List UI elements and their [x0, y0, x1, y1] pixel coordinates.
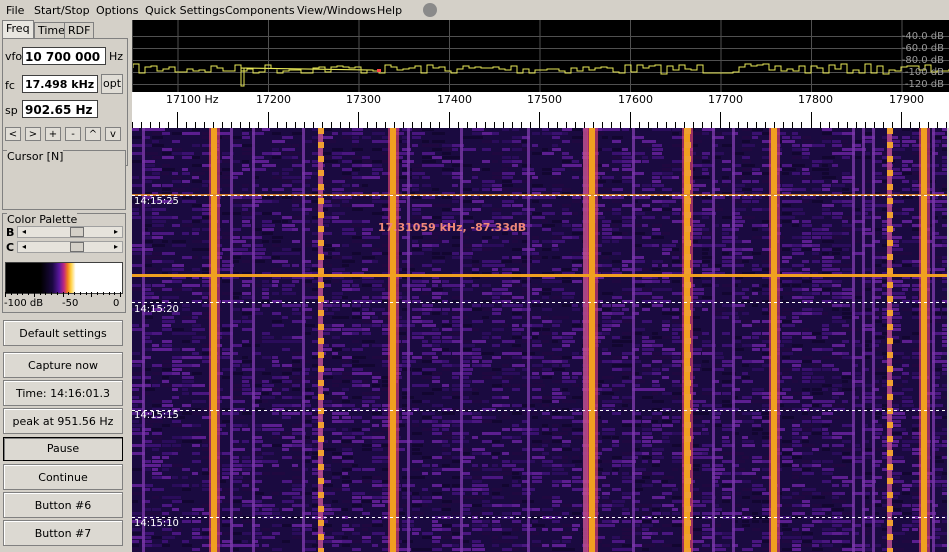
spectrum-display[interactable]: -40.0 dB -60.0 dB -80.0 dB -100 dB -120 … [132, 20, 949, 92]
ruler-label: 17100 Hz [166, 93, 219, 106]
waterfall-canvas [132, 128, 947, 552]
cursor-readout: 17.31059 kHz, -87.33dB [378, 221, 527, 234]
spectrum-plot [133, 20, 949, 92]
scroll-left-icon[interactable]: ◂ [18, 227, 30, 237]
time-label: 14:15:20 [134, 304, 179, 315]
db-label-100: -100 dB [904, 67, 944, 78]
fc-input[interactable]: 17.498 kHz [22, 75, 98, 93]
nav-right-button[interactable]: > [25, 127, 41, 141]
brightness-thumb[interactable] [69, 227, 84, 237]
menu-file[interactable]: File [6, 4, 24, 17]
color-palette-bar [5, 262, 123, 294]
ruler-label: 17800 [798, 93, 833, 106]
ruler-label: 17500 [527, 93, 562, 106]
cursor-group-title: Cursor [N] [7, 150, 64, 163]
opt-button[interactable]: opt [101, 74, 123, 94]
zoom-in-button[interactable]: + [45, 127, 61, 141]
palette-scale-left: -100 dB [4, 298, 44, 309]
menu-components[interactable]: Components [225, 4, 295, 17]
ruler-label: 17300 [346, 93, 381, 106]
ruler-label: 17400 [437, 93, 472, 106]
color-palette-title: Color Palette [7, 213, 78, 226]
zoom-out-button[interactable]: - [65, 127, 81, 141]
vfo-input[interactable]: 10 700 000 [22, 47, 106, 65]
status-indicator-icon [423, 3, 437, 17]
default-settings-button[interactable]: Default settings [3, 320, 123, 346]
ruler-label: 17700 [708, 93, 743, 106]
freq-tab-page: vfo 10 700 000 Hz fc 17.498 kHz opt sp 9… [2, 38, 128, 166]
palette-scale-mid: -50 [62, 298, 79, 309]
db-label-80: -80.0 dB [901, 55, 944, 66]
peak-display-button[interactable]: peak at 951.56 Hz [3, 408, 123, 434]
cursor-group: Cursor [N] [2, 150, 126, 210]
menu-help[interactable]: Help [377, 4, 402, 17]
time-label: 14:15:10 [134, 518, 179, 529]
menu-start-stop[interactable]: Start/Stop [34, 4, 90, 17]
menu-bar: File Start/Stop Options Quick Settings C… [0, 0, 949, 20]
fc-label: fc [5, 79, 15, 92]
tab-freq[interactable]: Freq [2, 20, 34, 39]
nav-left-button[interactable]: < [5, 127, 21, 141]
menu-quick-settings[interactable]: Quick Settings [145, 4, 225, 17]
scroll-right-icon[interactable]: ▸ [110, 242, 122, 252]
db-label-120: -120 dB [904, 79, 944, 90]
scroll-right-icon[interactable]: ▸ [110, 227, 122, 237]
contrast-label: C [6, 241, 15, 254]
scroll-left-icon[interactable]: ◂ [18, 242, 30, 252]
spectrum-trace [133, 63, 949, 87]
spectrum-marker-icon [377, 69, 381, 72]
sp-label: sp [5, 104, 18, 117]
ruler-label: 17900 [889, 93, 924, 106]
continue-button[interactable]: Continue [3, 464, 123, 490]
tab-rdf[interactable]: RDF [64, 22, 95, 39]
brightness-label: B [6, 226, 15, 239]
time-label: 14:15:15 [134, 410, 179, 421]
button-6[interactable]: Button #6 [3, 492, 123, 518]
nav-up-button[interactable]: ^ [85, 127, 101, 141]
menu-options[interactable]: Options [96, 4, 138, 17]
vfo-unit: Hz [109, 50, 124, 63]
vfo-label: vfo [5, 50, 23, 63]
sp-input[interactable]: 902.65 Hz [22, 100, 98, 118]
ruler-label: 17600 [618, 93, 653, 106]
menu-view-windows[interactable]: View/Windows [297, 4, 376, 17]
db-label-40: -40.0 dB [901, 31, 944, 42]
db-label-60: -60.0 dB [901, 43, 944, 54]
palette-ticks [5, 292, 121, 297]
nav-down-button[interactable]: v [105, 127, 121, 141]
frequency-ruler[interactable]: 17100 Hz 17200 17300 17400 17500 17600 1… [132, 92, 949, 128]
time-label: 14:15:25 [134, 196, 179, 207]
waterfall-display[interactable]: 14:15:25 14:15:20 14:15:15 14:15:10 17.3… [132, 128, 947, 552]
contrast-thumb[interactable] [69, 242, 84, 252]
pause-button[interactable]: Pause [3, 437, 123, 461]
control-panel: Freq Time RDF vfo 10 700 000 Hz fc 17.49… [0, 20, 130, 552]
capture-now-button[interactable]: Capture now [3, 352, 123, 378]
brightness-slider[interactable]: ◂ ▸ [17, 226, 123, 238]
palette-scale-right: 0 [113, 298, 120, 309]
button-7[interactable]: Button #7 [3, 520, 123, 546]
contrast-slider[interactable]: ◂ ▸ [17, 241, 123, 253]
time-display-button[interactable]: Time: 14:16:01.3 [3, 380, 123, 406]
ruler-label: 17200 [256, 93, 291, 106]
